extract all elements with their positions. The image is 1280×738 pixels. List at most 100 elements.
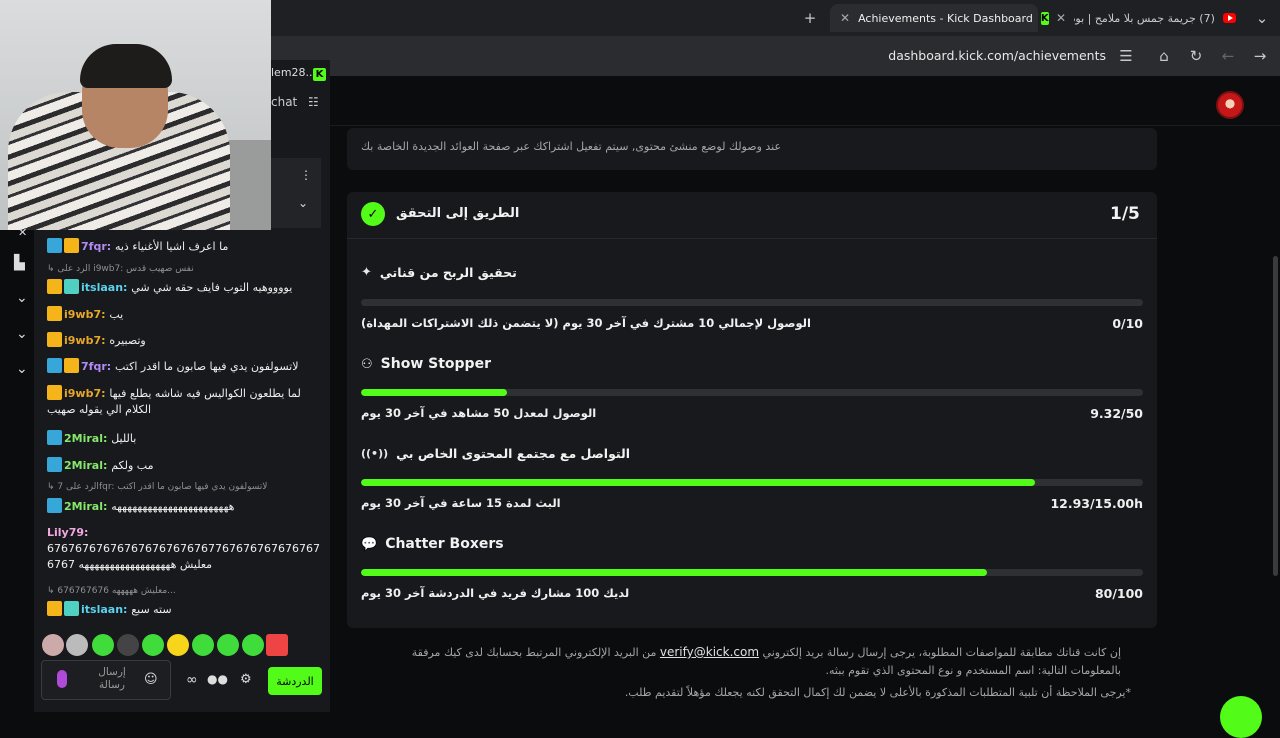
tab-achievements[interactable]: ✕ Achievements - Kick Dashboard K — [830, 4, 1049, 32]
emote[interactable] — [117, 634, 139, 656]
chat-text: بالليل — [111, 432, 137, 445]
chat-label: chat — [271, 95, 298, 109]
chat-username[interactable]: itslaan: — [81, 281, 131, 294]
chat-message[interactable]: itslaan: يووووهيه التوب فايف حقه شي شي — [47, 279, 317, 296]
chat-message[interactable]: i9wb7: لما يطلعون الكواليس فيه شاشه يطلع… — [47, 385, 317, 418]
path-progress: 1/5 — [1110, 204, 1140, 224]
chevron-down-icon[interactable]: ⌄ — [1252, 8, 1272, 28]
dots-icon[interactable]: ●● — [207, 672, 228, 686]
avatar[interactable] — [1216, 91, 1244, 119]
achievement-desc: الوصول لمعدل 50 مشاهد في آخر 30 يوم — [361, 406, 597, 420]
achievement-value: 80/100 — [1094, 586, 1143, 601]
page-scrollbar[interactable] — [1273, 256, 1278, 576]
chat-message[interactable]: itslaan: سته سبع — [47, 601, 317, 618]
footer-note: *يرجى الملاحظة أن تلبية المتطلبات المذكو… — [624, 686, 1131, 699]
achievement-value: 12.93/15.00h — [1050, 496, 1143, 511]
microphone-icon[interactable] — [57, 670, 67, 688]
achievement-value: 0/10 — [1112, 316, 1143, 331]
sub-badge-icon — [64, 279, 79, 294]
emote[interactable] — [266, 634, 288, 656]
achievement-progress-bar — [361, 299, 1143, 306]
chevron-down-icon[interactable]: ⌄ — [16, 361, 28, 377]
footer-text-a: إن كانت قناتك مطابقة للمواصفات المطلوبة،… — [762, 646, 1121, 659]
emote[interactable] — [242, 634, 264, 656]
chat-message[interactable]: 7fqr: لاتسولفون يدي فيها صابون ما اقدر ا… — [47, 358, 317, 375]
close-tab-icon[interactable]: ✕ — [840, 11, 850, 25]
broadcast-icon: ((•)) — [361, 447, 389, 460]
crown-badge-icon — [47, 332, 62, 347]
site-settings-icon[interactable]: ☰ — [1116, 46, 1136, 66]
emote[interactable] — [66, 634, 88, 656]
verified-check-icon: ✓ — [361, 202, 385, 226]
emote[interactable] — [92, 634, 114, 656]
verify-email-link[interactable]: verify@kick.com — [660, 645, 759, 659]
tab-achievements-title: Achievements - Kick Dashboard — [858, 11, 1033, 25]
divider — [347, 238, 1157, 239]
tab-youtube-title: (7) جريمة جمس بلا ملامح | بودكا — [1074, 11, 1215, 25]
send-chat-button[interactable]: الدردشة — [268, 667, 322, 695]
forward-icon[interactable]: → — [1250, 46, 1270, 66]
crown-badge-icon — [47, 306, 62, 321]
close-tab-icon[interactable]: ✕ — [1056, 11, 1066, 25]
hammer-badge-icon — [47, 457, 62, 472]
analytics-icon[interactable]: ▙ — [14, 255, 25, 271]
emote[interactable] — [142, 634, 164, 656]
chat-message[interactable]: 2Miral: هههههههههههههههههههههههه — [47, 498, 317, 515]
chat-message[interactable]: 2Miral: بالليل — [47, 430, 317, 447]
achievement-desc: لديك 100 مشارك فريد في الدردشة آخر 30 يو… — [361, 586, 630, 600]
chat-username[interactable]: Lily79: — [47, 526, 88, 539]
chat-settings-icon[interactable]: ☷ — [308, 95, 319, 109]
chat-text: يب — [109, 308, 124, 321]
crown-badge-icon — [47, 601, 62, 616]
loop-icon[interactable]: ∞ — [186, 672, 198, 688]
chat-text: مب ولكم — [111, 459, 154, 472]
reply-context: ↳ الرد على 7fqr: لاتسولفون يدي فيها صابو… — [47, 482, 268, 492]
chat-message[interactable]: 7fqr: ما اعرف اشيا الأغنياء ذيه — [47, 238, 317, 255]
chevron-down-icon[interactable]: ⌄ — [16, 290, 28, 306]
chevron-down-icon[interactable]: ⌄ — [298, 196, 308, 210]
tab-youtube[interactable]: ✕ (7) جريمة جمس بلا ملامح | بودكا — [1046, 4, 1246, 32]
hammer-badge-icon — [47, 358, 62, 373]
emoji-icon[interactable]: ☺ — [144, 672, 158, 687]
crown-badge-icon — [47, 279, 62, 294]
chat-username[interactable]: 2Miral: — [64, 500, 111, 513]
chat-username[interactable]: i9wb7: — [64, 308, 109, 321]
footer-instructions: إن كانت قناتك مطابقة للمواصفات المطلوبة،… — [361, 643, 1121, 680]
chat-username[interactable]: 2Miral: — [64, 459, 111, 472]
hammer-badge-icon — [47, 430, 62, 445]
emote[interactable] — [167, 634, 189, 656]
chat-message[interactable]: 2Miral: مب ولكم — [47, 457, 317, 474]
chevron-down-icon[interactable]: ⌄ — [16, 326, 28, 342]
gear-icon[interactable]: ⚙ — [240, 672, 252, 687]
chat-username[interactable]: itslaan: — [81, 603, 131, 616]
new-tab-button[interactable]: + — [800, 8, 820, 28]
achievement-title: ⚇ Show Stopper — [361, 356, 491, 372]
pinned-area — [271, 158, 321, 228]
help-chat-button[interactable] — [1220, 696, 1262, 738]
emote[interactable] — [217, 634, 239, 656]
home-icon[interactable]: ⌂ — [1154, 46, 1174, 66]
chat-username[interactable]: 7fqr: — [81, 360, 115, 373]
chat-text: وتصبيره — [109, 334, 146, 347]
chat-message[interactable]: Lily79: 67676767676767676767676776767676… — [47, 525, 320, 573]
reply-context: ↳ الرد على i9wb7: نفس صهيب قدس — [47, 264, 194, 274]
chat-message[interactable]: i9wb7: وتصبيره — [47, 332, 317, 349]
chat-username[interactable]: 7fqr: — [81, 240, 115, 253]
kick-icon: K — [1040, 11, 1049, 25]
close-icon[interactable]: ✕ — [18, 226, 27, 239]
chat-username[interactable]: i9wb7: — [64, 334, 109, 347]
chat-username[interactable]: 2Miral: — [64, 432, 111, 445]
achievement-progress-bar — [361, 389, 1143, 396]
chat-text: ما اعرف اشيا الأغنياء ذيه — [114, 240, 229, 253]
reload-icon[interactable]: ↻ — [1186, 46, 1206, 66]
back-icon[interactable]: ← — [1218, 46, 1238, 66]
chat-username[interactable]: i9wb7: — [64, 387, 109, 400]
url-text[interactable]: dashboard.kick.com/achievements — [888, 48, 1106, 63]
achievement-progress-fill — [361, 389, 507, 396]
chat-message[interactable]: i9wb7: يب — [47, 306, 317, 323]
chat-bubble-icon: 💬 — [361, 536, 378, 552]
emote[interactable] — [42, 634, 64, 656]
more-icon[interactable]: ⋮ — [300, 168, 312, 182]
emote[interactable] — [192, 634, 214, 656]
achievement-title-text: Show Stopper — [380, 356, 491, 372]
